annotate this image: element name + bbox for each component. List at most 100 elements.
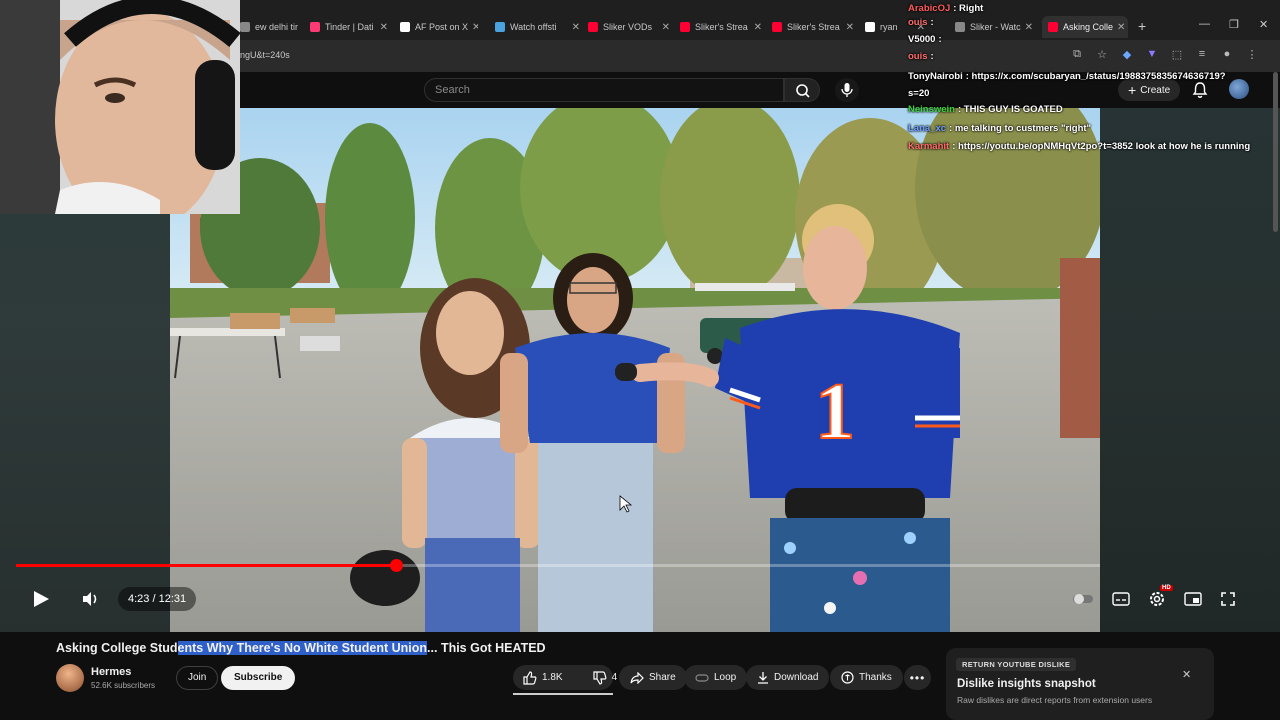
- chat-text: :: [930, 17, 934, 28]
- browser-tab[interactable]: Sliker's Strea ✕: [772, 16, 854, 38]
- browser-tab[interactable]: Sliker VODs ✕: [588, 16, 670, 38]
- close-tab-icon[interactable]: ✕: [468, 22, 478, 33]
- share-button[interactable]: Share: [619, 665, 687, 690]
- page: ew delhi tir✕Tinder | Dati✕AF Post on X✕…: [0, 0, 1280, 720]
- rd-title: Dislike insights snapshot: [957, 678, 1096, 690]
- loop-label: Loop: [714, 672, 737, 683]
- chat-message: ouis:: [908, 14, 934, 31]
- youtube-icon: [772, 22, 782, 32]
- thumbs-up-icon: [523, 670, 537, 685]
- chat-text: : Right: [953, 3, 984, 14]
- chat-message: V5000:: [908, 31, 942, 48]
- search-input[interactable]: Search: [424, 78, 784, 102]
- channel-avatar[interactable]: [56, 664, 84, 692]
- page-scrollbar[interactable]: [1273, 72, 1278, 232]
- close-tab-icon[interactable]: ✕: [568, 22, 580, 33]
- streamer-webcam: [0, 0, 240, 214]
- search-button[interactable]: [784, 78, 820, 102]
- close-tab-icon[interactable]: ✕: [658, 22, 670, 33]
- loop-icon: [695, 673, 709, 682]
- rd-badge: RETURN YOUTUBE DISLIKE: [956, 658, 1077, 671]
- miniplayer-icon[interactable]: [1184, 592, 1202, 606]
- chat-username[interactable]: Lana_xc: [908, 123, 946, 134]
- chat-username[interactable]: ouis: [908, 51, 928, 62]
- chat-text: :: [930, 51, 934, 62]
- browser-tab[interactable]: ew delhi tir✕: [240, 16, 300, 38]
- search-icon: [796, 84, 810, 98]
- close-icon[interactable]: ✕: [1182, 668, 1191, 681]
- chat-message: s=20: [908, 85, 932, 102]
- thanks-button[interactable]: Thanks: [830, 665, 903, 690]
- subtitles-icon[interactable]: [1112, 592, 1130, 606]
- close-tab-icon[interactable]: ✕: [376, 22, 388, 33]
- chat-username[interactable]: s=20: [908, 88, 929, 99]
- like-button[interactable]: 1.8K: [513, 665, 573, 690]
- chat-message: ouis:: [908, 48, 934, 65]
- close-tab-icon[interactable]: ✕: [842, 22, 854, 33]
- youtube-icon: [680, 22, 690, 32]
- volume-icon[interactable]: [81, 590, 101, 608]
- more-actions-button[interactable]: •••: [904, 665, 931, 690]
- settings-gear-icon[interactable]: [1148, 590, 1166, 608]
- chat-username[interactable]: ouis: [908, 17, 928, 28]
- autoplay-toggle-icon[interactable]: [1072, 593, 1094, 605]
- tab-label: AF Post on X: [415, 22, 469, 32]
- watch-icon: [495, 22, 505, 32]
- chat-username[interactable]: Neinswein: [908, 104, 955, 115]
- close-tab-icon[interactable]: ✕: [750, 22, 762, 33]
- microphone-icon: [841, 83, 853, 97]
- youtube-icon: [588, 22, 598, 32]
- subscribe-button[interactable]: Subscribe: [221, 666, 296, 690]
- chat-username[interactable]: ArabicOJ: [908, 3, 950, 14]
- chat-message: Neinswein: THIS GUY IS GOATED: [908, 101, 1063, 118]
- thanks-icon: [841, 671, 854, 684]
- jersey-number: 1: [815, 368, 855, 456]
- share-icon: [630, 671, 644, 684]
- webcam-feed: [0, 0, 240, 214]
- like-ratio-bar: [513, 693, 613, 695]
- tinder-icon: [310, 22, 320, 32]
- url-field[interactable]: ngU&t=240s: [240, 50, 290, 60]
- download-icon: [758, 672, 768, 684]
- channel-name[interactable]: Hermes: [91, 666, 131, 678]
- play-icon[interactable]: [30, 589, 52, 609]
- chat-text: : THIS GUY IS GOATED: [958, 104, 1063, 115]
- fullscreen-icon[interactable]: [1220, 591, 1236, 607]
- loop-button[interactable]: Loop: [684, 665, 748, 690]
- tab-label: Sliker's Strea: [787, 22, 840, 32]
- tab-label: Sliker VODs: [603, 22, 653, 32]
- thumbs-down-icon: [592, 670, 607, 685]
- player-right-controls: [1072, 590, 1236, 608]
- chat-text: : https://x.com/scubaryan_/status/198837…: [965, 71, 1226, 82]
- video-frame[interactable]: 1: [170, 108, 1100, 632]
- browser-tab[interactable]: AF Post on X ✕: [400, 16, 478, 38]
- stream-chat-overlay: ArabicOJ: Right ouis: V5000: ouis: TonyNairo…: [908, 0, 1280, 156]
- close-tab-icon[interactable]: ✕: [298, 22, 300, 33]
- chat-text: : https://youtu.be/opNMHqVt2po?t=3852 lo…: [952, 141, 1251, 152]
- progress-bar[interactable]: [16, 559, 1100, 572]
- download-label: Download: [774, 672, 819, 683]
- dislike-count: 4: [611, 672, 618, 683]
- tab-label: ew delhi tir: [255, 22, 299, 32]
- time-display: 4:23 / 12:31: [118, 587, 197, 611]
- browser-tab[interactable]: Watch offsti ✕: [495, 16, 580, 38]
- tab-label: ryan: [880, 22, 898, 32]
- chat-username[interactable]: V5000: [908, 34, 935, 45]
- voice-search-button[interactable]: [835, 78, 859, 102]
- download-button[interactable]: Download: [746, 665, 830, 690]
- rd-subtitle: Raw dislikes are direct reports from ext…: [957, 695, 1153, 705]
- browser-tab[interactable]: Sliker's Strea ✕: [680, 16, 762, 38]
- chat-text: : me talking to custmers "right": [949, 123, 1092, 134]
- x-icon: [400, 22, 410, 32]
- chat-username[interactable]: Karmahit: [908, 141, 949, 152]
- progress-played: [16, 564, 397, 567]
- share-label: Share: [649, 672, 676, 683]
- tab-label: Tinder | Dati: [325, 22, 374, 32]
- chat-message: Lana_xc: me talking to custmers "right": [908, 120, 1091, 137]
- more-horizontal-icon: •••: [909, 670, 926, 685]
- browser-tab[interactable]: Tinder | Dati ✕: [310, 16, 388, 38]
- channel-subscriber-count: 52.6K subscribers: [91, 681, 156, 690]
- join-button[interactable]: Join: [176, 666, 219, 690]
- like-count: 1.8K: [542, 672, 563, 683]
- chat-username[interactable]: TonyNairobi: [908, 71, 963, 82]
